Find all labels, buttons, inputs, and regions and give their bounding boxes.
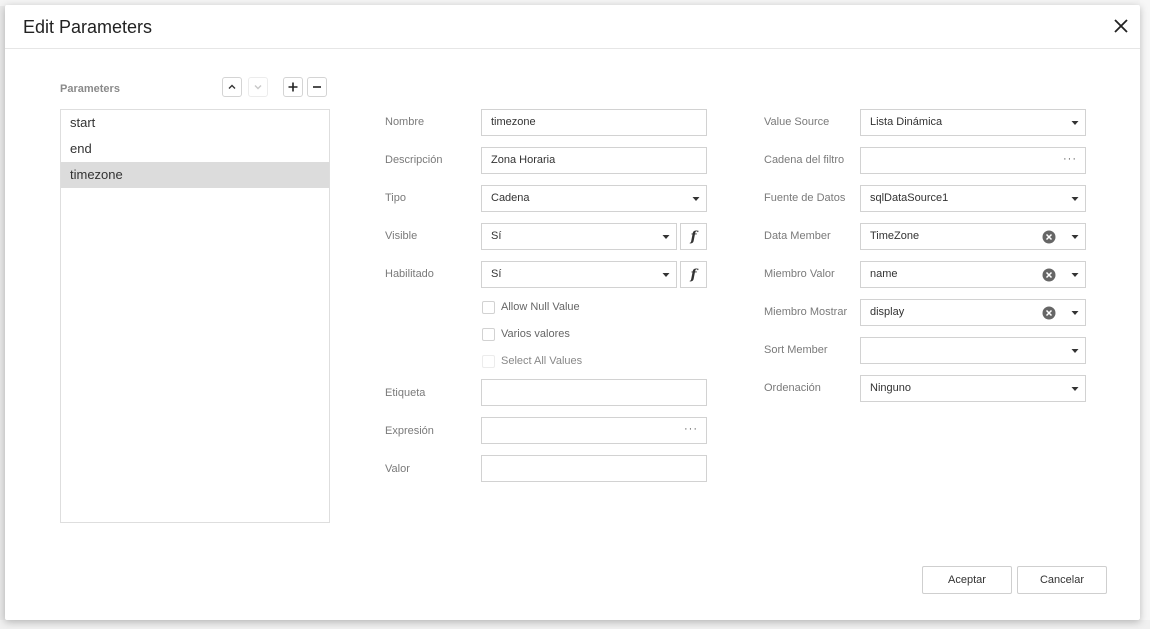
move-up-button[interactable]	[222, 77, 242, 97]
clear-circle-icon[interactable]	[1042, 306, 1056, 320]
caret-down-icon	[662, 233, 670, 241]
parameter-item-end[interactable]: end	[61, 136, 329, 162]
ordenacion-value: Ninguno	[870, 382, 911, 394]
expresion-input[interactable]: ···	[481, 417, 707, 444]
data-member-label: Data Member	[764, 230, 831, 242]
miembro-mostrar-value: display	[870, 306, 905, 318]
habilitado-select[interactable]: Sí	[481, 261, 677, 288]
dialog-title: Edit Parameters	[23, 17, 153, 37]
allow-null-label: Allow Null Value	[501, 301, 580, 313]
cadena-filtro-label: Cadena del filtro	[764, 154, 845, 166]
sort-member-label: Sort Member	[764, 344, 828, 356]
plus-icon	[288, 82, 298, 92]
fuente-datos-select[interactable]: sqlDataSource1	[860, 185, 1086, 212]
function-icon: f	[690, 266, 697, 283]
ordenacion-label: Ordenación	[764, 382, 821, 394]
background-panel	[1140, 0, 1150, 629]
clear-circle-icon[interactable]	[1042, 230, 1056, 244]
caret-down-icon	[1071, 233, 1079, 241]
minus-icon	[313, 86, 321, 88]
nombre-label: Nombre	[385, 116, 425, 128]
ordenacion-select[interactable]: Ninguno	[860, 375, 1086, 402]
select-all-checkbox[interactable]	[482, 354, 495, 368]
cancel-button[interactable]: Cancelar	[1017, 566, 1107, 594]
miembro-valor-value: name	[870, 268, 898, 280]
descripcion-input[interactable]: Zona Horaria	[481, 147, 707, 174]
select-all-label: Select All Values	[501, 355, 583, 367]
value-source-select[interactable]: Lista Dinámica	[860, 109, 1086, 136]
descripcion-value: Zona Horaria	[491, 154, 556, 166]
miembro-mostrar-label: Miembro Mostrar	[764, 306, 848, 318]
close-button[interactable]	[1110, 15, 1132, 37]
function-icon: f	[690, 228, 697, 245]
habilitado-value: Sí	[491, 268, 502, 280]
dialog-header: Edit Parameters	[5, 5, 1140, 49]
data-member-value: TimeZone	[870, 230, 920, 242]
parameters-list: start end timezone	[60, 109, 330, 523]
varios-valores-label: Varios valores	[501, 328, 570, 340]
habilitado-expression-button[interactable]: f	[680, 261, 707, 288]
nombre-input[interactable]: timezone	[481, 109, 707, 136]
etiqueta-label: Etiqueta	[385, 387, 426, 399]
value-source-label: Value Source	[764, 116, 830, 128]
habilitado-label: Habilitado	[385, 268, 434, 280]
valor-label: Valor	[385, 463, 410, 475]
data-member-select[interactable]: TimeZone	[860, 223, 1086, 250]
tipo-select[interactable]: Cadena	[481, 185, 707, 212]
visible-value: Sí	[491, 230, 502, 242]
caret-down-icon	[692, 195, 700, 203]
caret-down-icon	[1071, 271, 1079, 279]
remove-parameter-button[interactable]	[307, 77, 327, 97]
move-down-button[interactable]	[248, 77, 268, 97]
accept-button[interactable]: Aceptar	[922, 566, 1012, 594]
sort-member-select[interactable]	[860, 337, 1086, 364]
visible-label: Visible	[385, 230, 418, 242]
visible-select[interactable]: Sí	[481, 223, 677, 250]
expresion-label: Expresión	[385, 425, 434, 437]
descripcion-label: Descripción	[385, 154, 443, 166]
nombre-value: timezone	[491, 116, 536, 128]
close-icon	[1114, 19, 1128, 33]
parameters-caption: Parameters	[60, 83, 120, 95]
expresion-ellipsis-button[interactable]: ···	[684, 418, 698, 441]
tipo-value: Cadena	[491, 192, 530, 204]
clear-circle-icon[interactable]	[1042, 268, 1056, 282]
caret-down-icon	[1071, 119, 1079, 127]
background-footer	[0, 620, 1150, 629]
allow-null-row: Allow Null Value	[482, 299, 580, 315]
chevron-down-icon	[254, 85, 262, 90]
fuente-datos-label: Fuente de Datos	[764, 192, 846, 204]
caret-down-icon	[1071, 309, 1079, 317]
etiqueta-input[interactable]	[481, 379, 707, 406]
select-all-row: Select All Values	[482, 353, 582, 369]
miembro-mostrar-select[interactable]: display	[860, 299, 1086, 326]
caret-down-icon	[1071, 385, 1079, 393]
miembro-valor-label: Miembro Valor	[764, 268, 835, 280]
varios-valores-row: Varios valores	[482, 326, 570, 342]
chevron-up-icon	[228, 84, 236, 89]
fuente-datos-value: sqlDataSource1	[870, 192, 949, 204]
cadena-filtro-input[interactable]: ···	[860, 147, 1086, 174]
varios-valores-checkbox[interactable]	[482, 327, 495, 341]
cadena-filtro-ellipsis-button[interactable]: ···	[1063, 148, 1077, 171]
tipo-label: Tipo	[385, 192, 406, 204]
valor-input[interactable]	[481, 455, 707, 482]
allow-null-checkbox[interactable]	[482, 300, 495, 314]
caret-down-icon	[1071, 195, 1079, 203]
caret-down-icon	[662, 271, 670, 279]
miembro-valor-select[interactable]: name	[860, 261, 1086, 288]
edit-parameters-dialog: Edit Parameters Parameters start end tim…	[5, 5, 1140, 620]
value-source-value: Lista Dinámica	[870, 116, 943, 128]
parameter-item-timezone[interactable]: timezone	[61, 162, 329, 188]
parameter-item-start[interactable]: start	[61, 110, 329, 136]
visible-expression-button[interactable]: f	[680, 223, 707, 250]
add-parameter-button[interactable]	[283, 77, 303, 97]
caret-down-icon	[1071, 347, 1079, 355]
